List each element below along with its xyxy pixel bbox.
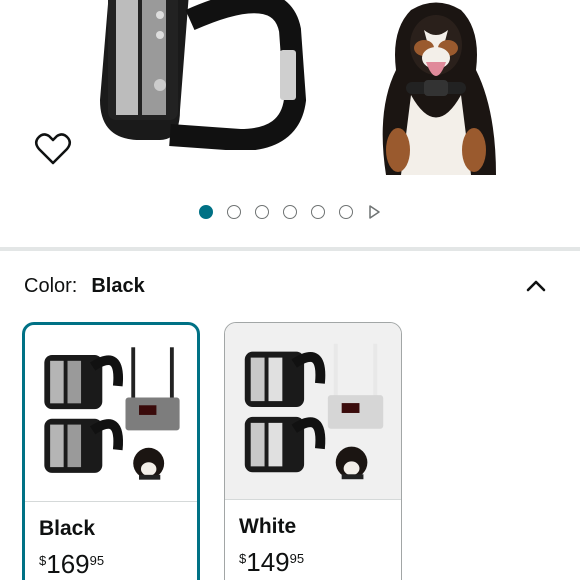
swatch-separator [25, 501, 197, 502]
heart-icon[interactable] [34, 132, 72, 166]
swatch-name: Black [39, 517, 96, 540]
carousel-dot[interactable] [339, 205, 353, 219]
product-image-dog [382, 2, 496, 175]
swatch-image-black [44, 347, 180, 480]
image-carousel-indicator[interactable] [0, 202, 580, 222]
swatch-separator [225, 499, 401, 500]
product-image-gallery[interactable] [0, 0, 580, 200]
swatch-price: $14995 [239, 547, 304, 578]
product-image-collar [100, 0, 307, 150]
color-swatch-black[interactable]: Black $16995 [22, 322, 200, 580]
color-label: Color: [24, 274, 78, 297]
swatch-price: $16995 [39, 549, 104, 580]
play-icon[interactable] [367, 205, 381, 219]
color-variation-header[interactable]: Color: Black [24, 272, 556, 300]
carousel-dot[interactable] [311, 205, 325, 219]
price-whole: 169 [46, 549, 90, 579]
swatch-image-white [225, 323, 401, 499]
price-currency: $ [239, 551, 247, 566]
price-whole: 149 [246, 547, 290, 577]
swatch-name: White [239, 515, 297, 538]
carousel-dot[interactable] [227, 205, 241, 219]
color-swatch-white[interactable]: White $14995 [224, 322, 402, 580]
section-divider [0, 247, 580, 251]
carousel-dot[interactable] [199, 205, 213, 219]
chevron-up-icon[interactable] [522, 272, 550, 300]
price-fraction: 95 [89, 553, 105, 568]
carousel-dot[interactable] [255, 205, 269, 219]
price-fraction: 95 [289, 551, 305, 566]
selected-color-value: Black [91, 274, 145, 297]
price-currency: $ [39, 553, 47, 568]
carousel-dot[interactable] [283, 205, 297, 219]
